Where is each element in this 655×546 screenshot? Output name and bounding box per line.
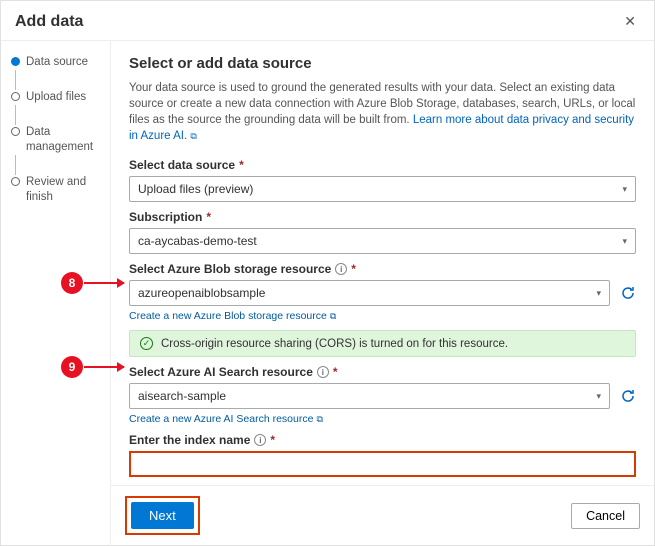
info-icon[interactable]: i (317, 366, 329, 378)
step-circle-icon (11, 127, 20, 136)
step-circle-icon (11, 177, 20, 186)
chevron-down-icon: ▾ (622, 184, 627, 195)
select-data-source[interactable]: Upload files (preview) ▾ (129, 176, 636, 202)
create-search-link[interactable]: Create a new Azure AI Search resource ⧉ (129, 413, 323, 425)
section-heading: Select or add data source (129, 55, 636, 72)
next-button[interactable]: Next (131, 502, 194, 529)
step-data-management: Data management (11, 125, 104, 155)
index-name-input[interactable] (129, 451, 636, 477)
label-index-name: Enter the index name i * (129, 433, 636, 447)
label-search-resource: Select Azure AI Search resource i * (129, 365, 636, 379)
external-link-icon: ⧉ (316, 414, 322, 425)
dialog-title: Add data (15, 13, 83, 31)
select-search-resource[interactable]: aisearch-sample ▾ (129, 383, 610, 409)
cancel-button[interactable]: Cancel (571, 503, 640, 529)
refresh-icon[interactable] (620, 285, 636, 301)
annotation-arrow-8 (84, 282, 124, 284)
select-subscription[interactable]: ca-aycabas-demo-test ▾ (129, 228, 636, 254)
next-button-highlight: Next (125, 496, 200, 535)
label-subscription: Subscription* (129, 210, 636, 224)
select-blob-resource[interactable]: azureopenaiblobsample ▾ (129, 280, 610, 306)
section-description: Your data source is used to ground the g… (129, 80, 636, 144)
info-icon[interactable]: i (254, 434, 266, 446)
step-upload-files: Upload files (11, 90, 104, 105)
chevron-down-icon: ▾ (622, 236, 627, 247)
close-icon[interactable]: ✕ (620, 11, 640, 32)
create-blob-link[interactable]: Create a new Azure Blob storage resource… (129, 310, 336, 322)
step-circle-icon (11, 57, 20, 66)
annotation-badge-9: 9 (61, 356, 83, 378)
cors-banner: ✓ Cross-origin resource sharing (CORS) i… (129, 330, 636, 357)
chevron-down-icon: ▾ (596, 288, 601, 299)
external-link-icon: ⧉ (190, 131, 196, 141)
annotation-arrow-9 (84, 366, 124, 368)
external-link-icon: ⧉ (330, 311, 336, 322)
chevron-down-icon: ▾ (596, 391, 601, 402)
wizard-steps: Data source Upload files Data management… (1, 41, 111, 546)
label-blob-resource: Select Azure Blob storage resource i * (129, 262, 636, 276)
refresh-icon[interactable] (620, 388, 636, 404)
info-icon[interactable]: i (335, 263, 347, 275)
step-data-source[interactable]: Data source (11, 55, 104, 70)
annotation-badge-8: 8 (61, 272, 83, 294)
check-circle-icon: ✓ (140, 337, 153, 350)
step-circle-icon (11, 92, 20, 101)
step-review-finish: Review and finish (11, 175, 104, 205)
label-data-source: Select data source* (129, 158, 636, 172)
